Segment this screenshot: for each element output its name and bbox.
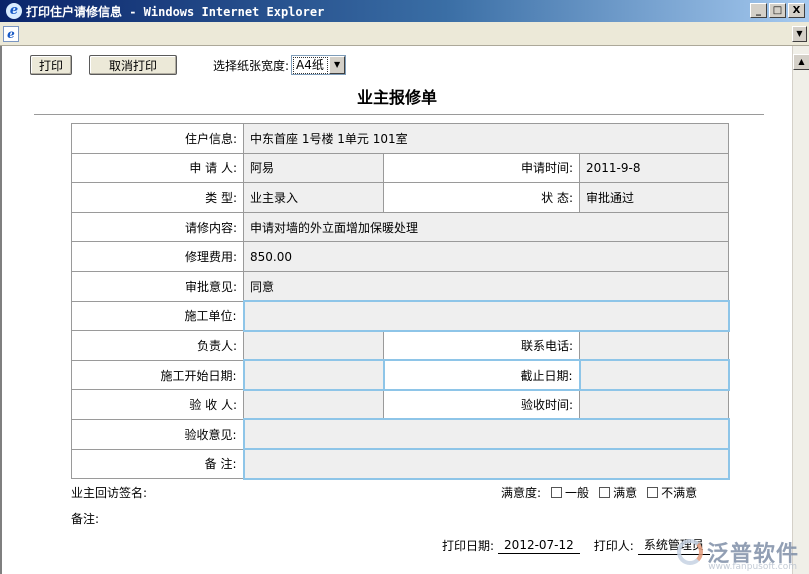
inspector-label: 验 收 人:: [71, 389, 244, 420]
table-row: 住户信息: 中东首座 1号楼 1单元 101室: [71, 123, 729, 154]
repair-content-value: 申请对墙的外立面增加保暖处理: [243, 211, 729, 243]
paper-width-label: 选择纸张宽度:: [213, 58, 290, 73]
inspection-time-label: 验收时间:: [383, 389, 580, 420]
owner-signature-label: 业主回访签名:: [71, 486, 148, 500]
start-date-label: 施工开始日期:: [71, 359, 244, 391]
remarks-label: 备 注:: [71, 448, 244, 480]
repair-cost-label: 修理费用:: [71, 241, 244, 272]
repair-content-label: 请修内容:: [71, 211, 244, 243]
print-toolbar: 打印 取消打印 选择纸张宽度: A4纸 ▼: [30, 54, 347, 76]
window-controls: _ □ X: [750, 3, 805, 18]
contact-phone-label: 联系电话:: [383, 330, 580, 361]
construction-unit-input[interactable]: [242, 300, 730, 332]
vertical-scrollbar[interactable]: ▲: [792, 46, 809, 574]
print-date-value: 2012-07-12: [498, 538, 580, 554]
end-date-input[interactable]: [578, 359, 730, 391]
satisfaction-normal-checkbox[interactable]: [551, 487, 563, 498]
cancel-print-button[interactable]: 取消打印: [89, 55, 177, 75]
scroll-up-arrow-icon[interactable]: ▲: [793, 54, 809, 70]
owner-signature-row: 业主回访签名:: [71, 484, 147, 501]
end-date-label: 截止日期:: [382, 359, 581, 391]
contact-phone-input[interactable]: [579, 330, 729, 361]
start-date-input[interactable]: [242, 359, 385, 391]
paper-width-select[interactable]: A4纸 ▼: [291, 55, 347, 75]
toolbar-dropdown-button[interactable]: ▼: [792, 26, 807, 42]
minimize-button[interactable]: _: [750, 3, 767, 18]
approval-opinion-value: 同意: [243, 270, 729, 302]
satisfaction-unsatisfied-checkbox[interactable]: [647, 487, 659, 498]
page-title: 业主报修单: [356, 88, 437, 107]
applicant-label: 申 请 人:: [71, 152, 244, 184]
satisfaction-normal-label: 一般: [565, 486, 590, 500]
person-in-charge-input[interactable]: [243, 330, 384, 361]
table-row: 施工单位:: [71, 300, 730, 332]
apply-time-value: 2011-9-8: [579, 152, 729, 184]
title-divider: [34, 114, 764, 115]
applicant-value: 阿易: [243, 152, 384, 184]
satisfaction-satisfied-checkbox[interactable]: [599, 487, 611, 498]
table-row: 审批意见: 同意: [71, 270, 729, 302]
chevron-down-icon[interactable]: ▼: [329, 56, 346, 74]
type-label: 类 型:: [71, 182, 244, 213]
inspection-opinion-input[interactable]: [242, 418, 730, 451]
window-title-bar: e 打印住户请修信息 - Windows Internet Explorer _…: [0, 0, 809, 22]
close-button[interactable]: X: [788, 3, 805, 18]
status-value: 审批通过: [579, 182, 729, 213]
repair-cost-value: 850.00: [243, 241, 729, 272]
person-in-charge-label: 负责人:: [71, 330, 244, 361]
maximize-button[interactable]: □: [769, 3, 786, 18]
footer-remarks-label: 备注:: [71, 512, 100, 526]
table-row: 施工开始日期: 截止日期:: [71, 359, 730, 391]
type-value: 业主录入: [243, 182, 384, 213]
repair-form-table: 住户信息: 中东首座 1号楼 1单元 101室 申 请 人: 阿易 申请时间: …: [71, 123, 730, 480]
browser-toolbar: e ▼: [0, 22, 809, 46]
inspection-time-input[interactable]: [579, 389, 729, 420]
inspector-input[interactable]: [243, 389, 384, 420]
status-label: 状 态:: [383, 182, 580, 213]
print-date-label: 打印日期:: [442, 539, 495, 553]
approval-opinion-label: 审批意见:: [71, 270, 244, 302]
table-row: 请修内容: 申请对墙的外立面增加保暖处理: [71, 211, 729, 243]
brand-logo-icon: [676, 539, 703, 565]
table-row: 申 请 人: 阿易 申请时间: 2011-9-8: [71, 152, 729, 184]
satisfaction-unsatisfied-label: 不满意: [661, 486, 698, 500]
satisfaction-satisfied-label: 满意: [613, 486, 638, 500]
resident-info-label: 住户信息:: [71, 123, 244, 154]
table-row: 验 收 人: 验收时间:: [71, 389, 729, 420]
table-row: 修理费用: 850.00: [71, 241, 729, 272]
table-row: 验收意见:: [71, 418, 730, 451]
window-title: 打印住户请修信息 - Windows Internet Explorer: [26, 4, 325, 19]
satisfaction-row: 满意度: 一般 满意 不满意: [501, 484, 697, 501]
table-row: 备 注:: [71, 448, 730, 480]
page-viewport: ▲ 打印 取消打印 选择纸张宽度: A4纸 ▼ 业主报修单 住户信息: 中东首座…: [0, 46, 809, 574]
apply-time-label: 申请时间:: [383, 152, 580, 184]
resident-info-value: 中东首座 1号楼 1单元 101室: [243, 123, 729, 154]
satisfaction-label: 满意度:: [501, 486, 542, 500]
ie-logo-icon: e: [6, 3, 22, 19]
table-row: 负责人: 联系电话:: [71, 330, 729, 361]
remarks-input[interactable]: [242, 448, 730, 480]
printer-label: 打印人:: [593, 539, 634, 553]
brand-url: www.fanpusoft.com: [708, 562, 797, 572]
print-info-row: 打印日期: 2012-07-12 打印人: 系统管理员: [442, 536, 710, 555]
remarks-row: 备注:: [71, 510, 99, 527]
page-ie-icon: e: [3, 26, 19, 42]
paper-width-value: A4纸: [293, 56, 329, 74]
brand-watermark: 泛普软件 www.fanpusoft.com: [676, 536, 799, 572]
construction-unit-label: 施工单位:: [71, 300, 244, 332]
table-row: 类 型: 业主录入 状 态: 审批通过: [71, 182, 729, 213]
print-button[interactable]: 打印: [30, 55, 72, 75]
inspection-opinion-label: 验收意见:: [71, 418, 244, 450]
